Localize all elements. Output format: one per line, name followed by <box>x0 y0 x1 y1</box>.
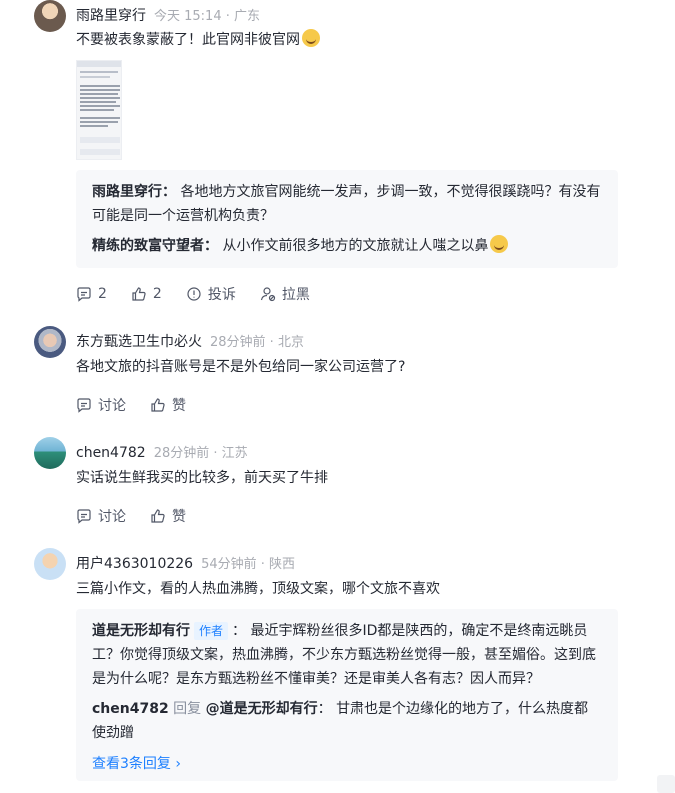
like-label: 赞 <box>172 509 186 525</box>
reply-text: 从小作文前很多地方的文旅就让人嗤之以鼻 <box>222 238 489 254</box>
avatar[interactable] <box>34 0 66 32</box>
reply-item: chen4782 回复 @道是无形却有行： 甘肃也是个边缘化的地方了，什么热度都… <box>92 697 602 745</box>
comment-actions: 2 2 投诉 拉黑 <box>76 284 334 304</box>
like-label: 赞 <box>172 398 186 414</box>
reply-username[interactable]: 精练的致富守望者： <box>92 238 218 254</box>
comment-meta: 28分钟前 · 江苏 <box>153 446 248 461</box>
like-button[interactable]: 赞 <box>150 506 186 526</box>
chevron-right-icon: › <box>175 756 181 772</box>
reply-item: 道是无形却有行 作者： 最近宇辉粉丝很多ID都是陕西的，确定不是终南远眺员工？你觉… <box>92 619 602 691</box>
comment-meta: 54分钟前 · 陕西 <box>201 557 296 572</box>
comment-text: 三篇小作文，看的人热血沸腾，顶级文案，哪个文旅不喜欢 <box>76 581 440 597</box>
view-more-label: 查看3条回复 <box>92 756 171 772</box>
comment-text-content: 不要被表象蒙蔽了！此官网非彼官网 <box>76 32 300 48</box>
reply-username[interactable]: 雨路里穿行： <box>92 184 176 200</box>
comment-icon <box>77 509 91 524</box>
comment-actions: 讨论 赞 <box>76 395 210 415</box>
view-more-replies-link[interactable]: 查看3条回复 › <box>92 753 602 775</box>
thumbs-up-icon <box>132 287 146 301</box>
reply-box: 道是无形却有行 作者： 最近宇辉粉丝很多ID都是陕西的，确定不是终南远眺员工？你觉… <box>76 609 618 781</box>
comment-text: 各地文旅的抖音账号是不是外包给同一家公司运营了? <box>76 359 406 375</box>
reply-username[interactable]: 道是无形却有行 <box>92 623 190 639</box>
reply-item: 精练的致富守望者： 从小作文前很多地方的文旅就让人嗤之以鼻 <box>92 234 602 258</box>
username[interactable]: 东方甄选卫生巾必火 <box>76 334 202 350</box>
thumbs-up-icon <box>151 509 165 523</box>
username[interactable]: 雨路里穿行 <box>76 8 146 24</box>
avatar[interactable] <box>34 326 66 358</box>
avatar[interactable] <box>34 437 66 469</box>
comment-header: chen4782 28分钟前 · 江苏 <box>76 443 248 464</box>
laughing-emoji-icon <box>302 29 320 47</box>
comment-header: 雨路里穿行 今天 15:14 · 广东 <box>76 6 260 27</box>
reply-username[interactable]: chen4782 <box>92 701 169 717</box>
comment-text: 实话说生鲜我买的比较多，前天买了牛排 <box>76 470 328 486</box>
comment-meta: 今天 15:14 · 广东 <box>154 9 260 24</box>
author-badge: 作者 <box>194 622 229 640</box>
block-user-icon <box>260 287 275 302</box>
scroll-corner <box>657 775 675 793</box>
reply-box: 雨路里穿行： 各地地方文旅官网能统一发声，步调一致，不觉得很蹊跷吗？有没有可能是… <box>76 170 618 268</box>
report-button[interactable]: 投诉 <box>186 284 236 304</box>
comment-button[interactable]: 讨论 <box>76 506 126 526</box>
separator: ： <box>232 623 247 639</box>
like-button[interactable]: 赞 <box>150 395 186 415</box>
emoji-icon <box>490 235 509 253</box>
comment-icon <box>77 398 91 413</box>
comment-actions: 讨论 赞 <box>76 506 210 526</box>
comment-icon <box>77 287 91 302</box>
comment-header: 东方甄选卫生巾必火 28分钟前 · 北京 <box>76 332 304 353</box>
like-count: 2 <box>152 286 162 302</box>
screenshot-thumbnail[interactable] <box>76 60 122 160</box>
comment-label: 讨论 <box>98 509 126 525</box>
thumbs-up-icon <box>151 398 165 412</box>
comment-button[interactable]: 2 <box>76 286 107 302</box>
username[interactable]: chen4782 <box>76 445 146 461</box>
reply-target[interactable]: @道是无形却有行 <box>206 701 318 717</box>
report-icon <box>187 287 201 301</box>
comment-count: 2 <box>98 286 107 302</box>
comment-text: 不要被表象蒙蔽了！此官网非彼官网 <box>76 29 320 51</box>
comment-button[interactable]: 讨论 <box>76 395 126 415</box>
comment-label: 讨论 <box>98 398 126 414</box>
reply-word: 回复 <box>173 701 202 717</box>
separator: ： <box>317 701 332 717</box>
reply-item: 雨路里穿行： 各地地方文旅官网能统一发声，步调一致，不觉得很蹊跷吗？有没有可能是… <box>92 180 602 228</box>
block-label: 拉黑 <box>281 287 310 303</box>
block-button[interactable]: 拉黑 <box>260 284 310 304</box>
report-label: 投诉 <box>207 287 236 303</box>
like-button[interactable]: 2 <box>131 286 162 302</box>
username[interactable]: 用户4363010226 <box>76 556 193 572</box>
comment-meta: 28分钟前 · 北京 <box>210 335 304 350</box>
comment-header: 用户4363010226 54分钟前 · 陕西 <box>76 554 295 575</box>
avatar[interactable] <box>34 548 66 580</box>
